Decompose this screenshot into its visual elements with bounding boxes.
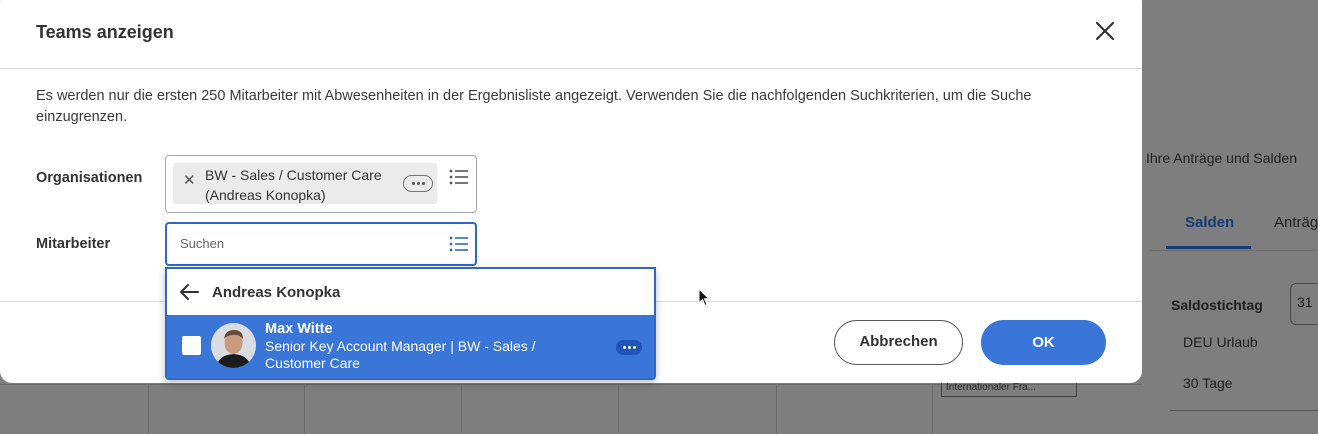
remove-chip-icon[interactable]: ✕ [183,171,196,189]
chip-label: BW - Sales / Customer Care (Andreas Kono… [205,165,382,205]
dialog-title: Teams anzeigen [36,22,174,42]
avatar [211,323,256,368]
bg-divider [1150,250,1318,251]
bg-tab-salden: Salden [1185,214,1235,231]
header-divider [0,68,1142,69]
item-more-button[interactable] [616,340,642,355]
close-button[interactable] [1090,16,1120,46]
list-item[interactable]: Max Witte Senior Key Account Manager | B… [167,315,654,378]
dot [623,346,626,349]
bg-date-field: 31 [1290,283,1318,325]
bg-grid-line [932,384,933,434]
avatar-image [211,323,256,368]
organisations-label: Organisationen [36,170,143,186]
employee-dropdown: Andreas Konopka Max Witte Senior Key Acc… [165,267,656,380]
list-icon[interactable] [449,168,469,186]
employees-field[interactable] [165,222,477,266]
bg-saldostichtag-label: Saldostichtag [1171,297,1263,313]
bg-tab-antraege: Anträg [1274,214,1318,231]
organisation-chip: ✕ BW - Sales / Customer Care (Andreas Ko… [173,163,437,204]
bg-tab-underline [1166,246,1251,249]
bg-balance-type: DEU Urlaub [1183,334,1258,350]
mouse-cursor-icon [698,288,711,307]
dropdown-header-title: Andreas Konopka [212,284,341,301]
list-icon[interactable] [449,235,469,253]
chip-line2: (Andreas Konopka) [205,187,326,203]
dot [417,182,420,185]
dot [633,346,636,349]
bg-line [1170,410,1318,411]
dot [412,182,415,185]
chip-more-button[interactable] [403,175,433,192]
dot [422,182,425,185]
close-icon [1095,21,1115,41]
chip-line1: BW - Sales / Customer Care [205,167,382,183]
dot [628,346,631,349]
bg-header-text: Ihre Anträge und Salden [1146,150,1298,166]
dropdown-header[interactable]: Andreas Konopka [167,269,654,315]
bg-grid-line [148,384,149,434]
ok-button[interactable]: OK [981,320,1106,365]
bg-grid-line [776,384,777,434]
cancel-button[interactable]: Abbrechen [834,320,963,365]
bg-grid-line [461,384,462,434]
employee-subtitle: Senior Key Account Manager | BW - Sales … [265,338,536,371]
info-text: Es werden nur die ersten 250 Mitarbeiter… [36,88,1032,125]
bg-grid-line [304,384,305,434]
employee-name: Max Witte [265,321,333,337]
employee-search-input[interactable] [180,236,430,251]
bg-balance-value: 30 Tage [1183,375,1233,391]
employees-label: Mitarbeiter [36,236,111,252]
organisations-field[interactable]: ✕ BW - Sales / Customer Care (Andreas Ko… [165,155,477,213]
bg-grid-line [618,384,619,434]
item-checkbox[interactable] [182,336,201,355]
bg-date-value: 31 [1297,294,1313,310]
arrow-left-icon[interactable] [179,283,199,301]
